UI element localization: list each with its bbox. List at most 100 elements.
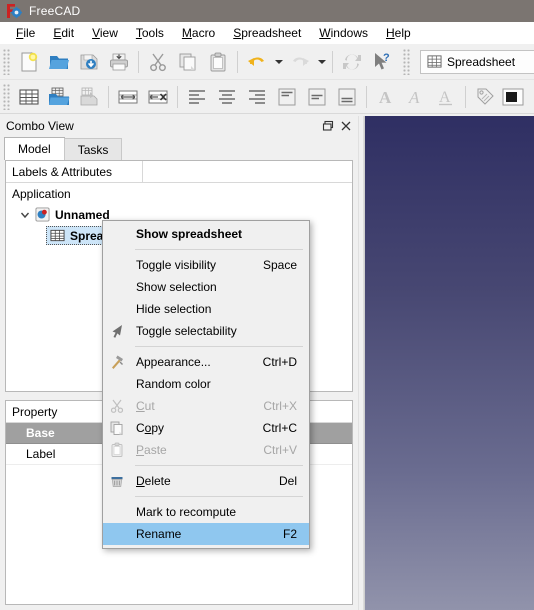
undo-button[interactable] xyxy=(242,47,272,77)
menu-view[interactable]: View xyxy=(83,24,127,42)
cut-button[interactable] xyxy=(143,47,173,77)
scissors-icon xyxy=(103,395,131,417)
menu-edit[interactable]: Edit xyxy=(44,24,83,42)
context-menu-item-toggle-selectability[interactable]: Toggle selectability xyxy=(103,320,309,342)
close-icon[interactable] xyxy=(338,118,354,134)
menu-tools[interactable]: Tools xyxy=(127,24,173,42)
context-menu-item-appearance-shortcut: Ctrl+D xyxy=(262,355,297,369)
3d-view[interactable] xyxy=(364,116,534,610)
file-toolbar: ? Spreadsheet xyxy=(0,44,534,80)
menu-help[interactable]: Help xyxy=(377,24,420,42)
toolbar-separator xyxy=(108,85,109,108)
context-menu-separator xyxy=(135,346,303,347)
toolbar-separator xyxy=(177,85,178,108)
context-menu-item-toggle-visibility[interactable]: Toggle visibility Space xyxy=(103,254,309,276)
context-menu-item-toggle-visibility-label: Toggle visibility xyxy=(136,258,217,272)
align-right-button[interactable] xyxy=(242,82,272,112)
context-menu-item-show-selection[interactable]: Show selection xyxy=(103,276,309,298)
context-menu-item-paste-label: Paste xyxy=(136,443,167,457)
create-spreadsheet-button[interactable] xyxy=(14,82,44,112)
context-menu-item-paste-shortcut: Ctrl+V xyxy=(263,443,297,457)
export-spreadsheet-button[interactable] xyxy=(74,82,104,112)
new-document-button[interactable] xyxy=(14,47,44,77)
context-menu-item-show-selection-label: Show selection xyxy=(136,280,217,294)
context-menu-item-appearance-label: Appearance... xyxy=(136,355,211,369)
split-cell-button[interactable] xyxy=(143,82,173,112)
workbench-selector[interactable]: Spreadsheet xyxy=(420,49,534,74)
redo-dropdown-arrow-icon[interactable] xyxy=(315,47,328,77)
tab-model[interactable]: Model xyxy=(4,137,65,160)
toolbar-grip[interactable] xyxy=(3,83,11,110)
paste-button[interactable] xyxy=(203,47,233,77)
import-spreadsheet-button[interactable] xyxy=(44,82,74,112)
no-icon xyxy=(103,298,131,320)
toolbar-separator xyxy=(237,50,238,73)
context-menu-item-appearance[interactable]: Appearance... Ctrl+D xyxy=(103,351,309,373)
workbench-selector-value: Spreadsheet xyxy=(447,54,516,69)
cell-color-button[interactable] xyxy=(500,82,526,112)
open-document-button[interactable] xyxy=(44,47,74,77)
tree-header-labels-attributes: Labels & Attributes xyxy=(6,161,143,182)
context-menu-separator xyxy=(135,465,303,466)
toolbar-grip[interactable] xyxy=(403,48,411,75)
align-center-button[interactable] xyxy=(212,82,242,112)
align-left-button[interactable] xyxy=(182,82,212,112)
refresh-button[interactable] xyxy=(337,47,367,77)
no-icon xyxy=(103,254,131,276)
context-menu-item-hide-selection[interactable]: Hide selection xyxy=(103,298,309,320)
tab-tasks[interactable]: Tasks xyxy=(63,138,123,160)
context-menu-item-rename[interactable]: Rename F2 xyxy=(103,523,309,545)
align-vcenter-button[interactable] xyxy=(302,82,332,112)
context-menu-item-delete-shortcut: Del xyxy=(278,474,297,488)
whats-this-button[interactable]: ? xyxy=(367,47,397,77)
toolbar-grip[interactable] xyxy=(3,48,11,75)
redo-button[interactable] xyxy=(285,47,315,77)
align-bottom-button[interactable] xyxy=(332,82,362,112)
tree-context-menu: Show spreadsheet Toggle visibility Space… xyxy=(102,220,310,549)
tab-model-label: Model xyxy=(18,142,51,156)
context-menu-separator xyxy=(135,249,303,250)
menu-spreadsheet[interactable]: Spreadsheet xyxy=(224,24,310,42)
context-menu-item-delete[interactable]: Delete Del xyxy=(103,470,309,492)
context-menu-item-cut[interactable]: Cut Ctrl+X xyxy=(103,395,309,417)
undo-dropdown-arrow-icon[interactable] xyxy=(272,47,285,77)
print-button[interactable] xyxy=(104,47,134,77)
align-top-button[interactable] xyxy=(272,82,302,112)
menu-macro[interactable]: Macro xyxy=(173,24,224,42)
spreadsheet-toolbar: A A A xyxy=(0,80,534,114)
context-menu-item-show-spreadsheet[interactable]: Show spreadsheet xyxy=(103,223,309,245)
tree-item-application-label: Application xyxy=(12,186,71,201)
context-menu-item-mark-to-recompute[interactable]: Mark to recompute xyxy=(103,501,309,523)
spreadsheet-grid-icon xyxy=(427,54,442,69)
freecad-logo-icon xyxy=(6,3,22,19)
set-alias-button[interactable] xyxy=(470,82,500,112)
context-menu-item-random-color[interactable]: Random color xyxy=(103,373,309,395)
style-underline-button[interactable]: A xyxy=(431,82,461,112)
style-bold-button[interactable]: A xyxy=(371,82,401,112)
no-icon xyxy=(103,523,131,545)
merge-cells-button[interactable] xyxy=(113,82,143,112)
context-menu-item-toggle-selectability-label: Toggle selectability xyxy=(136,324,237,338)
menubar: File Edit View Tools Macro Spreadsheet W… xyxy=(0,22,534,44)
svg-text:?: ? xyxy=(383,52,390,64)
toolbar-separator xyxy=(332,50,333,73)
float-window-icon[interactable] xyxy=(320,118,336,134)
context-menu-item-copy-label: Copy xyxy=(136,421,165,435)
window-title: FreeCAD xyxy=(29,4,81,18)
copy-button[interactable] xyxy=(173,47,203,77)
tree-item-application[interactable]: Application xyxy=(6,183,352,204)
save-document-button[interactable] xyxy=(74,47,104,77)
context-menu-item-paste[interactable]: Paste Ctrl+V xyxy=(103,439,309,461)
copy-icon xyxy=(103,417,131,439)
context-menu-item-copy[interactable]: Copy Ctrl+C xyxy=(103,417,309,439)
no-icon xyxy=(103,373,131,395)
chevron-down-icon[interactable] xyxy=(18,208,32,222)
context-menu-separator xyxy=(135,496,303,497)
style-italic-button[interactable]: A xyxy=(401,82,431,112)
no-icon xyxy=(103,501,131,523)
combo-view-title: Combo View xyxy=(6,119,74,133)
tab-tasks-label: Tasks xyxy=(77,142,109,157)
context-menu-item-rename-label: Rename xyxy=(136,527,182,541)
menu-windows[interactable]: Windows xyxy=(310,24,377,42)
menu-file[interactable]: File xyxy=(7,24,44,42)
